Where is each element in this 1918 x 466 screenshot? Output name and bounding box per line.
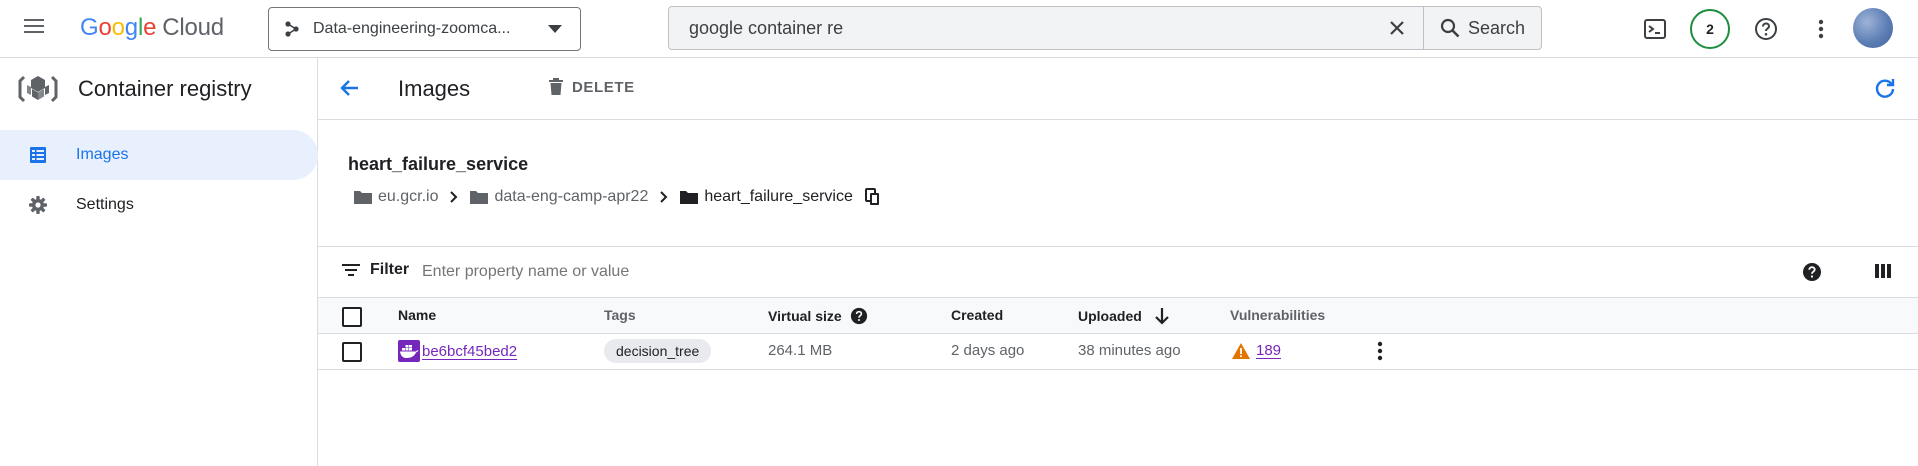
logo-brand: Google — [80, 14, 157, 41]
project-icon — [285, 21, 299, 37]
folder-icon — [680, 191, 699, 204]
filter-bar: Filter — [318, 246, 1918, 298]
row-actions-button[interactable] — [1377, 341, 1383, 361]
google-cloud-logo[interactable]: Google Cloud — [80, 14, 224, 42]
search-button[interactable]: Search — [1423, 7, 1541, 49]
help-outline-icon — [1755, 18, 1777, 40]
chevron-right-icon — [450, 191, 458, 203]
warning-icon — [1232, 342, 1250, 359]
gear-icon — [29, 196, 47, 214]
more-options-button[interactable] — [1804, 12, 1838, 46]
image-name-cell: be6bcf45bed2 — [398, 340, 517, 362]
column-header-label: Uploaded — [1078, 308, 1142, 324]
back-button[interactable] — [338, 76, 362, 100]
notification-count: 2 — [1706, 21, 1714, 37]
vulnerabilities-link[interactable]: 189 — [1256, 342, 1281, 359]
row-checkbox[interactable] — [342, 342, 362, 362]
column-header-vulnerabilities: Vulnerabilities — [1230, 307, 1325, 323]
account-avatar[interactable] — [1853, 8, 1893, 48]
filter-list-icon — [342, 264, 360, 276]
sidebar-item-settings[interactable]: Settings — [0, 180, 318, 230]
main-menu-button[interactable] — [22, 16, 62, 40]
help-icon[interactable] — [850, 307, 868, 325]
search-input[interactable] — [669, 7, 1371, 49]
container-registry-icon — [18, 75, 58, 103]
help-button[interactable] — [1749, 12, 1783, 46]
trash-icon — [549, 78, 563, 95]
cloud-shell-button[interactable] — [1638, 12, 1672, 46]
table-row[interactable]: be6bcf45bed2 decision_tree 264.1 MB 2 da… — [318, 334, 1918, 370]
column-header-uploaded[interactable]: Uploaded — [1078, 307, 1170, 325]
repository-title: heart_failure_service — [348, 154, 529, 174]
clear-search-button[interactable] — [1371, 7, 1423, 49]
vulnerabilities-cell: 189 — [1232, 342, 1281, 359]
column-header-tags: Tags — [604, 307, 636, 323]
refresh-button[interactable] — [1874, 78, 1896, 100]
tag-chip[interactable]: decision_tree — [604, 339, 712, 363]
arrow-back-icon — [340, 80, 358, 96]
column-header-virtual-size[interactable]: Virtual size — [768, 307, 868, 325]
arrow-downward-icon — [1155, 308, 1169, 325]
column-header-label: Vulnerabilities — [1230, 307, 1326, 323]
project-picker[interactable]: Data-engineering-zoomca... — [268, 7, 581, 51]
sidebar-title: Container registry — [78, 76, 252, 101]
docker-icon — [398, 340, 420, 362]
column-header-label: Virtual size — [768, 308, 842, 324]
breadcrumb-label: heart_failure_service — [704, 188, 853, 205]
sidebar-item-label: Images — [76, 146, 129, 163]
breadcrumb-item-current: heart_failure_service — [680, 188, 881, 206]
help-icon — [1803, 263, 1821, 281]
breadcrumb-label: eu.gcr.io — [378, 188, 439, 205]
sidebar: Container registry Images Settings — [0, 58, 318, 466]
logo-product: Cloud — [162, 14, 224, 41]
column-header-label: Tags — [604, 307, 636, 323]
more-vert-icon — [1818, 19, 1824, 39]
filter-input[interactable] — [422, 259, 1022, 285]
column-header-name[interactable]: Name — [398, 307, 436, 323]
breadcrumb-item[interactable]: data-eng-camp-apr22 — [470, 188, 648, 206]
caret-down-icon — [548, 25, 562, 33]
refresh-icon — [1875, 79, 1895, 98]
copy-icon[interactable] — [864, 188, 881, 206]
filter-label: Filter — [370, 261, 410, 278]
breadcrumb-item[interactable]: eu.gcr.io — [354, 188, 438, 206]
notifications-badge[interactable]: 2 — [1690, 9, 1730, 49]
page-header: Images DELETE — [318, 58, 1918, 120]
view-column-icon — [1875, 264, 1891, 278]
chevron-right-icon — [660, 191, 668, 203]
hamburger-menu-icon — [24, 19, 44, 33]
top-bar: GoogleCloud Data-engineering-zoomca... S… — [0, 0, 1918, 58]
close-icon — [1390, 21, 1404, 35]
table-header: Name Tags Virtual size Created Uploaded … — [318, 298, 1918, 334]
list-icon — [30, 147, 46, 163]
breadcrumb-label: data-eng-camp-apr22 — [494, 188, 649, 205]
breadcrumb: eu.gcr.io data-eng-camp-apr22 heart_fail… — [354, 188, 881, 206]
created-cell: 2 days ago — [951, 342, 1025, 359]
column-header-label: Created — [951, 307, 1004, 323]
search-icon — [1440, 18, 1460, 38]
column-header-label: Name — [398, 307, 437, 323]
search-button-label: Search — [1467, 17, 1526, 38]
filter-help-button[interactable] — [1802, 262, 1822, 282]
uploaded-cell: 38 minutes ago — [1078, 342, 1181, 359]
delete-label: DELETE — [572, 78, 635, 96]
main-content: Images DELETE heart_failure_service eu.g… — [318, 58, 1918, 466]
search-bar: Search — [668, 6, 1542, 50]
select-all-checkbox[interactable] — [342, 307, 362, 327]
sidebar-item-label: Settings — [76, 196, 134, 213]
more-vert-icon — [1377, 341, 1383, 361]
virtual-size-cell: 264.1 MB — [768, 342, 833, 359]
folder-icon — [354, 191, 372, 204]
sidebar-header: Container registry — [0, 58, 318, 120]
terminal-icon — [1644, 19, 1666, 39]
column-header-created[interactable]: Created — [951, 307, 1003, 323]
project-name: Data-engineering-zoomca... — [313, 20, 511, 37]
folder-icon — [470, 191, 489, 204]
image-digest-link[interactable]: be6bcf45bed2 — [422, 343, 517, 360]
delete-button[interactable]: DELETE — [548, 78, 635, 96]
sidebar-item-images[interactable]: Images — [0, 130, 318, 180]
column-display-button[interactable] — [1874, 263, 1892, 279]
page-title: Images — [398, 76, 471, 101]
filter-button[interactable]: Filter — [342, 261, 409, 279]
